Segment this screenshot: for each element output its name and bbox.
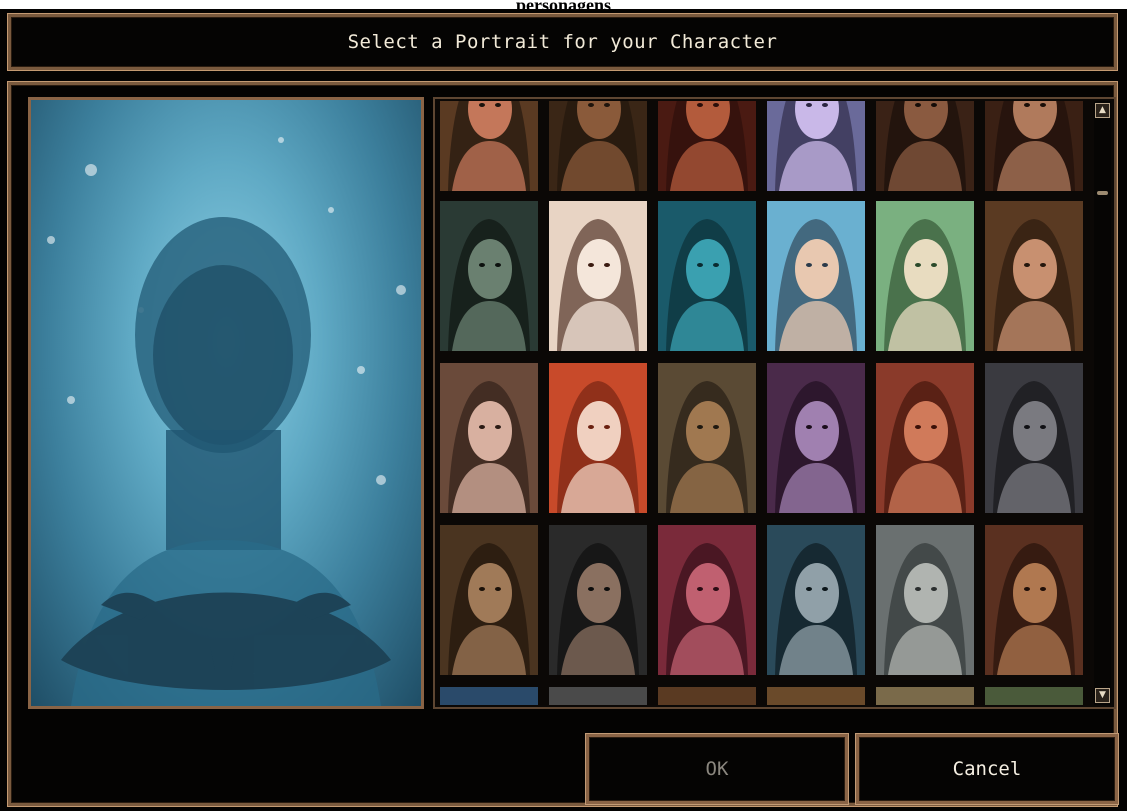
dialog-body: ▲ ▼ OK Cancel [8, 82, 1118, 806]
portrait-brown-figure[interactable] [658, 687, 756, 705]
portrait-image [440, 525, 538, 675]
portrait-auburn-woman[interactable] [985, 101, 1083, 191]
portrait-dark-skin-woman[interactable] [876, 101, 974, 191]
dialog-title: Select a Portrait for your Character [347, 31, 778, 53]
portrait-image [767, 687, 865, 705]
portrait-image [876, 687, 974, 705]
portrait-image [767, 363, 865, 513]
portrait-bronze-figure[interactable] [767, 687, 865, 705]
portrait-image [549, 201, 647, 351]
scrollbar[interactable]: ▲ ▼ [1094, 101, 1111, 705]
portrait-barbarian[interactable] [985, 525, 1083, 675]
portrait-olive-figure[interactable] [985, 687, 1083, 705]
ok-button[interactable]: OK [586, 734, 848, 804]
portrait-red-hair-man[interactable] [658, 525, 756, 675]
portrait-image [440, 101, 538, 191]
portrait-image [549, 363, 647, 513]
portrait-image [985, 687, 1083, 705]
portrait-candle-woman[interactable] [549, 101, 647, 191]
portrait-tan-figure[interactable] [876, 687, 974, 705]
portrait-scarred-elf[interactable] [767, 525, 865, 675]
selected-portrait-preview [28, 97, 424, 709]
portrait-blue-figure[interactable] [440, 687, 538, 705]
eye-sigil-icon [61, 592, 391, 690]
portrait-image [440, 687, 538, 705]
portrait-image [876, 101, 974, 191]
portrait-image [549, 101, 647, 191]
portrait-pale-woman[interactable] [549, 201, 647, 351]
portrait-image [876, 201, 974, 351]
portrait-tattooed-monk[interactable] [876, 363, 974, 513]
portrait-image [549, 525, 647, 675]
cancel-button[interactable]: Cancel [856, 734, 1118, 804]
portrait-red-hair-elf[interactable] [549, 363, 647, 513]
portrait-brunette-woman[interactable] [440, 363, 538, 513]
portrait-image [658, 363, 756, 513]
portrait-grid-frame: ▲ ▼ [433, 97, 1116, 709]
portrait-image [985, 363, 1083, 513]
portrait-image [985, 201, 1083, 351]
portrait-long-hair-man[interactable] [549, 525, 647, 675]
portrait-image [658, 101, 756, 191]
portrait-image [440, 201, 538, 351]
portrait-image [876, 363, 974, 513]
portrait-image [440, 363, 538, 513]
portrait-image [985, 525, 1083, 675]
scroll-up-arrow-icon[interactable]: ▲ [1095, 103, 1110, 118]
title-bar: Select a Portrait for your Character [8, 14, 1117, 70]
portrait-bamboo-woman[interactable] [876, 201, 974, 351]
portrait-image [876, 525, 974, 675]
portrait-purple-elf-woman[interactable] [767, 101, 865, 191]
scrollbar-thumb[interactable] [1097, 191, 1108, 195]
portrait-teal-woman[interactable] [658, 201, 756, 351]
portrait-image [767, 525, 865, 675]
cancel-button-label: Cancel [952, 758, 1022, 780]
portrait-dark-hair-man[interactable] [440, 525, 538, 675]
portrait-image [658, 687, 756, 705]
portrait-hooded-assassin[interactable] [985, 363, 1083, 513]
portrait-dialog: Select a Portrait for your Character ▲ ▼… [0, 9, 1127, 811]
portrait-grid[interactable] [440, 101, 1092, 705]
portrait-image [985, 101, 1083, 191]
portrait-image [549, 687, 647, 705]
portrait-image [767, 201, 865, 351]
portrait-masked-purple[interactable] [767, 363, 865, 513]
portrait-image [658, 201, 756, 351]
portrait-hooded-rogue[interactable] [440, 201, 538, 351]
ok-button-label: OK [705, 758, 729, 780]
portrait-grey-figure[interactable] [549, 687, 647, 705]
portrait-bald-warrior[interactable] [658, 363, 756, 513]
portrait-image [658, 525, 756, 675]
portrait-preview-image [47, 137, 406, 706]
portrait-blue-bg-woman[interactable] [767, 201, 865, 351]
portrait-armored-knight[interactable] [876, 525, 974, 675]
portrait-red-haired-woman[interactable] [440, 101, 538, 191]
portrait-brown-hair-woman[interactable] [985, 201, 1083, 351]
portrait-red-dress-woman[interactable] [658, 101, 756, 191]
scroll-down-arrow-icon[interactable]: ▼ [1095, 688, 1110, 703]
portrait-image [767, 101, 865, 191]
